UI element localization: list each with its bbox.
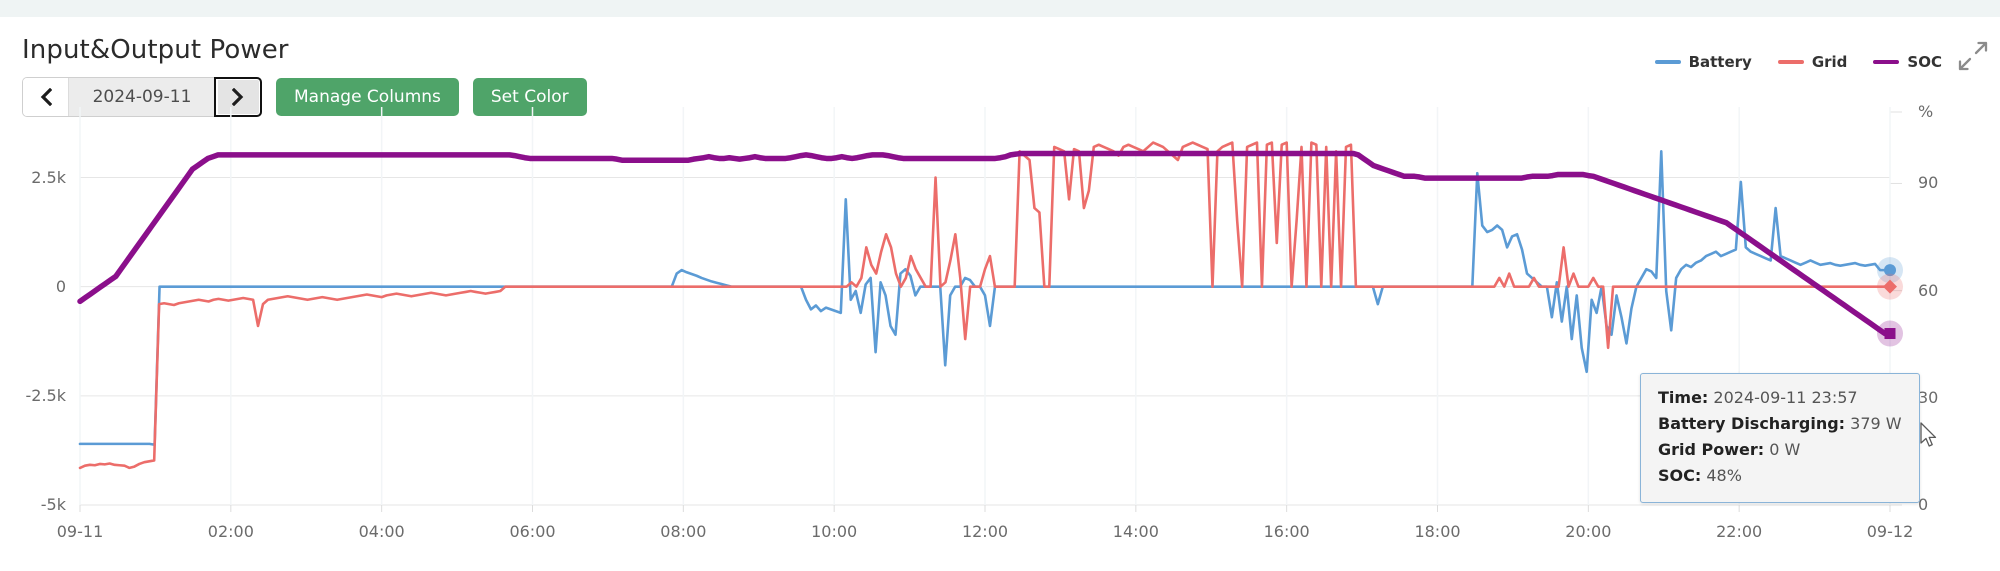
y-axis-tick-label: -5k xyxy=(40,495,66,514)
chart-tooltip: Time: 2024-09-11 23:57 Battery Dischargin… xyxy=(1640,373,1920,503)
legend-swatch-battery xyxy=(1654,60,1681,64)
tooltip-row-value: 379 W xyxy=(1845,413,1902,433)
chart-card: Input&Output Power 2024-09-11 Manage Col… xyxy=(0,17,2000,571)
x-axis-tick-label: 22:00 xyxy=(1716,522,1763,541)
chart-end-markers xyxy=(1877,257,1903,347)
top-strip xyxy=(0,0,2000,17)
x-axis-tick-label: 09-11 xyxy=(56,522,104,541)
set-color-button[interactable]: Set Color xyxy=(472,78,587,116)
end-marker-halo-grid xyxy=(1877,273,1903,300)
tooltip-row-key: Battery Discharging: xyxy=(1658,413,1846,433)
y-axis-tick-label: -2.5k xyxy=(25,385,66,405)
legend-label-grid: Grid xyxy=(1811,53,1848,71)
chart-toolbar: 2024-09-11 Manage Columns Set Color xyxy=(22,77,587,117)
y2-axis-tick-label: 30 xyxy=(1918,387,1939,407)
end-marker-grid xyxy=(1883,279,1897,294)
y-axis-tick-label: 0 xyxy=(55,276,66,296)
chart-series xyxy=(77,141,1893,470)
chevron-right-icon xyxy=(232,88,244,106)
series-line-battery xyxy=(78,150,1892,447)
x-axis-tick-label: 10:00 xyxy=(811,522,858,541)
x-axis-tick-label: 06:00 xyxy=(509,522,556,541)
date-navigator: 2024-09-11 xyxy=(22,77,262,117)
tooltip-row-key: Time: xyxy=(1658,388,1709,407)
y2-axis-tick-label: 90 xyxy=(1918,173,1939,193)
manage-columns-button[interactable]: Manage Columns xyxy=(276,78,459,116)
tooltip-row-key: Grid Power: xyxy=(1658,439,1765,459)
tooltip-row-value: 0 W xyxy=(1764,439,1801,459)
y-axis-tick-label: 2.5k xyxy=(31,167,66,187)
x-axis-tick-label: 08:00 xyxy=(660,522,707,541)
legend-swatch-grid xyxy=(1777,60,1804,64)
legend-label-battery: Battery xyxy=(1688,53,1752,71)
expand-arrows-icon[interactable] xyxy=(1956,39,1990,73)
x-axis-tick-label: 14:00 xyxy=(1112,522,1159,541)
x-axis-tick-label: 04:00 xyxy=(358,522,405,541)
end-marker-halo-battery xyxy=(1877,257,1903,284)
prev-day-button[interactable] xyxy=(23,78,69,116)
legend-label-soc: SOC xyxy=(1907,53,1942,71)
x-axis-tick-label: 12:00 xyxy=(961,522,1009,541)
series-line-soc xyxy=(77,150,1893,337)
legend-item-grid[interactable]: Grid xyxy=(1777,53,1848,71)
tooltip-row-value: 2024-09-11 23:57 xyxy=(1708,388,1858,407)
chart-x-ticks xyxy=(79,107,1891,512)
tooltip-row: Battery Discharging: 379 W xyxy=(1658,411,1902,437)
legend-item-battery[interactable]: Battery xyxy=(1654,53,1752,71)
tooltip-row: SOC: 48% xyxy=(1658,463,1902,489)
page-title: Input&Output Power xyxy=(22,35,289,65)
series-line-grid xyxy=(78,141,1892,470)
chevron-left-icon xyxy=(40,88,52,106)
y2-axis-tick-label: 60 xyxy=(1918,280,1939,300)
x-axis-tick-label: 09-12 xyxy=(1866,522,1914,541)
end-marker-battery xyxy=(1884,264,1896,277)
legend-item-soc[interactable]: SOC xyxy=(1873,53,1942,71)
next-day-button[interactable] xyxy=(214,77,262,117)
mouse-cursor xyxy=(1920,422,1940,450)
x-axis-tick-label: 02:00 xyxy=(207,522,254,541)
end-marker-soc xyxy=(1884,328,1896,340)
chart-gridlines xyxy=(80,111,1902,506)
date-input[interactable]: 2024-09-11 xyxy=(69,78,215,116)
y2-axis-unit-label: % xyxy=(1918,102,1934,121)
end-marker-halo-soc xyxy=(1877,320,1903,347)
x-axis-tick-label: 20:00 xyxy=(1565,522,1612,541)
tooltip-row-value: 48% xyxy=(1701,465,1742,485)
legend-swatch-soc xyxy=(1873,60,1900,64)
chart-legend: Battery Grid SOC xyxy=(1654,53,1942,71)
tooltip-row: Grid Power: 0 W xyxy=(1658,437,1902,463)
tooltip-row: Time: 2024-09-11 23:57 xyxy=(1658,385,1902,411)
x-axis-tick-label: 16:00 xyxy=(1263,522,1310,541)
x-axis-tick-label: 18:00 xyxy=(1414,522,1461,541)
tooltip-row-key: SOC: xyxy=(1658,465,1702,485)
